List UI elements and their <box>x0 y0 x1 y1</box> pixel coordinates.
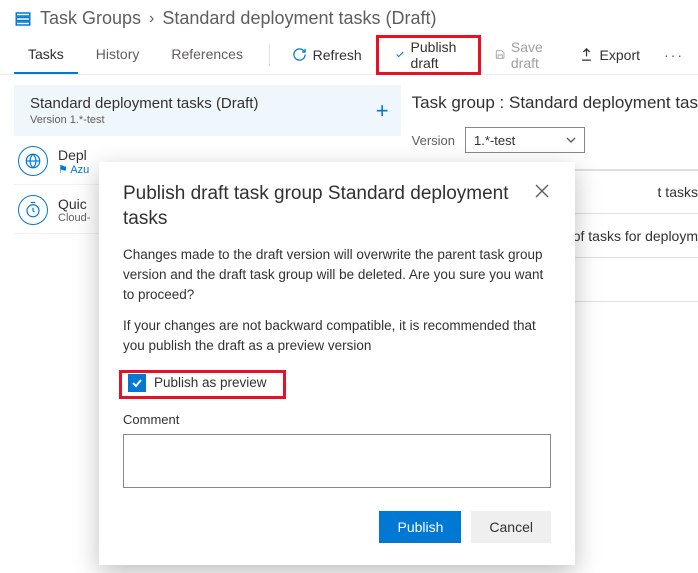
comment-label: Comment <box>123 411 551 430</box>
highlight-publish-preview: Publish as preview <box>119 370 286 399</box>
dialog-actions: Publish Cancel <box>123 511 551 543</box>
dialog-text-1: Changes made to the draft version will o… <box>123 245 551 304</box>
close-icon <box>535 184 549 198</box>
comment-textarea[interactable] <box>123 434 551 488</box>
dialog-backdrop: Publish draft task group Standard deploy… <box>0 0 698 573</box>
cancel-button[interactable]: Cancel <box>471 511 551 543</box>
publish-button[interactable]: Publish <box>379 511 461 543</box>
dialog-title: Publish draft task group Standard deploy… <box>123 182 533 231</box>
checkbox-label: Publish as preview <box>154 373 267 393</box>
publish-dialog: Publish draft task group Standard deploy… <box>99 162 575 565</box>
dialog-body: Changes made to the draft version will o… <box>123 245 551 493</box>
dialog-close-button[interactable] <box>533 182 551 203</box>
publish-as-preview-checkbox[interactable]: Publish as preview <box>126 369 273 397</box>
dialog-text-2: If your changes are not backward compati… <box>123 316 551 355</box>
checkbox-checked-icon <box>128 374 146 392</box>
